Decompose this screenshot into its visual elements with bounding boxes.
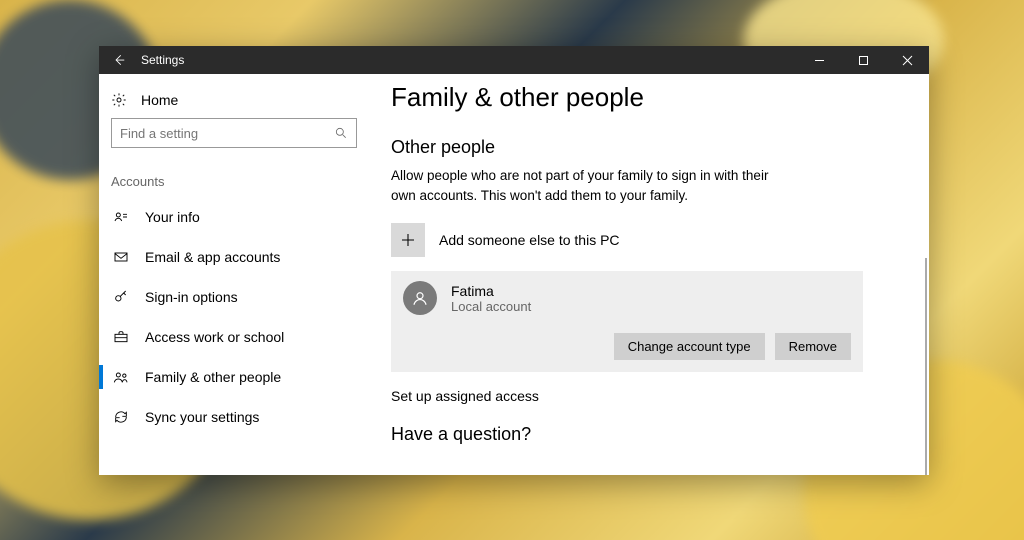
search-icon	[334, 126, 348, 140]
gear-icon	[111, 92, 127, 108]
sidebar-item-label: Sign-in options	[145, 289, 238, 305]
sidebar-item-family[interactable]: Family & other people	[99, 357, 369, 397]
minimize-icon	[814, 55, 825, 66]
sidebar-item-label: Email & app accounts	[145, 249, 280, 265]
sidebar-item-label: Access work or school	[145, 329, 284, 345]
home-button[interactable]: Home	[99, 86, 369, 118]
back-button[interactable]	[99, 46, 139, 74]
user-account-type: Local account	[451, 299, 531, 314]
add-someone-label: Add someone else to this PC	[439, 232, 620, 248]
people-icon	[113, 369, 129, 385]
sidebar-item-sync[interactable]: Sync your settings	[99, 397, 369, 437]
avatar	[403, 281, 437, 315]
sidebar-section-label: Accounts	[99, 156, 369, 197]
sidebar-item-signin[interactable]: Sign-in options	[99, 277, 369, 317]
plus-icon	[399, 231, 417, 249]
person-icon	[411, 289, 429, 307]
sidebar-item-label: Sync your settings	[145, 409, 259, 425]
mail-icon	[113, 249, 129, 265]
sidebar-item-work[interactable]: Access work or school	[99, 317, 369, 357]
user-card[interactable]: Fatima Local account Change account type…	[391, 271, 863, 372]
close-icon	[902, 55, 913, 66]
titlebar: Settings	[99, 46, 929, 74]
main-content: Family & other people Other people Allow…	[369, 74, 929, 475]
section-description: Allow people who are not part of your fa…	[391, 166, 771, 205]
search-field[interactable]	[120, 126, 326, 141]
sidebar: Home Accounts Your info Email & app acco…	[99, 74, 369, 475]
minimize-button[interactable]	[797, 46, 841, 74]
remove-button[interactable]: Remove	[775, 333, 851, 360]
window-title: Settings	[139, 53, 184, 67]
user-name: Fatima	[451, 283, 531, 299]
plus-box	[391, 223, 425, 257]
maximize-icon	[858, 55, 869, 66]
add-someone-button[interactable]: Add someone else to this PC	[391, 223, 907, 257]
sync-icon	[113, 409, 129, 425]
sidebar-item-label: Family & other people	[145, 369, 281, 385]
key-icon	[113, 289, 129, 305]
scrollbar[interactable]	[925, 258, 927, 475]
assigned-access-link[interactable]: Set up assigned access	[391, 388, 907, 404]
search-input[interactable]	[111, 118, 357, 148]
sidebar-item-email[interactable]: Email & app accounts	[99, 237, 369, 277]
home-label: Home	[141, 92, 178, 108]
page-title: Family & other people	[391, 82, 907, 113]
change-account-type-button[interactable]: Change account type	[614, 333, 765, 360]
briefcase-icon	[113, 329, 129, 345]
arrow-left-icon	[112, 53, 126, 67]
section-heading-other: Other people	[391, 137, 907, 158]
sidebar-item-label: Your info	[145, 209, 200, 225]
sidebar-item-your-info[interactable]: Your info	[99, 197, 369, 237]
have-a-question-heading: Have a question?	[391, 424, 907, 445]
maximize-button[interactable]	[841, 46, 885, 74]
settings-window: Settings Home Accounts	[99, 46, 929, 475]
person-card-icon	[113, 209, 129, 225]
close-button[interactable]	[885, 46, 929, 74]
